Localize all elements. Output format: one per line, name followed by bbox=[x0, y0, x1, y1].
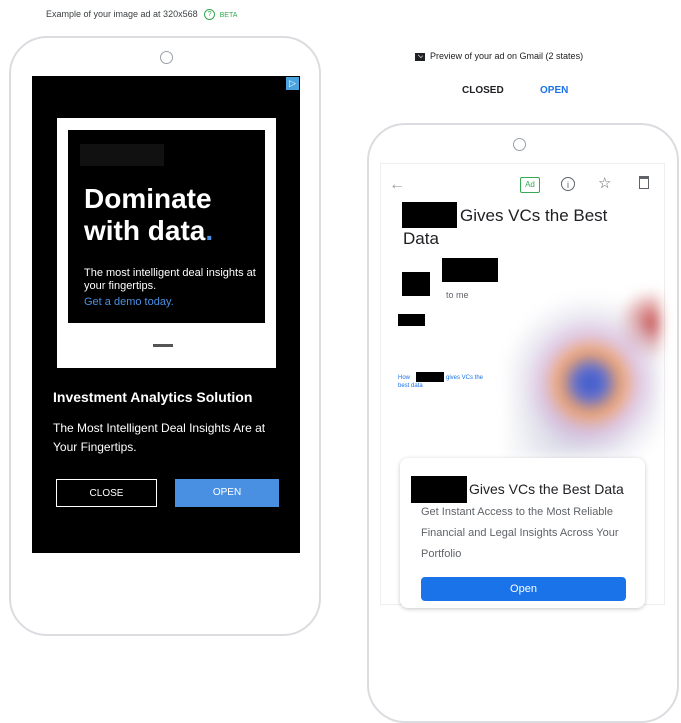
card-description: Get Instant Access to the Most Reliable … bbox=[421, 506, 619, 560]
phone-camera-icon bbox=[513, 138, 526, 151]
body-link-start[interactable]: How bbox=[398, 375, 410, 381]
email-subject: Gives VCs the Best bbox=[460, 206, 608, 225]
gmail-preview-caption: Preview of your ad on Gmail (2 states) bbox=[415, 51, 583, 61]
info-icon[interactable]: ? bbox=[204, 9, 216, 21]
mail-icon bbox=[415, 52, 425, 61]
state-tab-open[interactable]: OPEN bbox=[540, 85, 568, 96]
redacted-sender-name bbox=[442, 258, 498, 282]
redacted-logo bbox=[80, 144, 164, 166]
redacted-text bbox=[398, 314, 425, 326]
ad-size-caption: Example of your image ad at 320x568 ? BE… bbox=[46, 9, 238, 21]
headline-dot: . bbox=[205, 215, 214, 246]
info-icon[interactable]: i bbox=[561, 177, 575, 191]
sender-avatar bbox=[402, 272, 430, 296]
caption-text: Example of your image ad at 320x568 bbox=[46, 9, 198, 19]
redacted-card-company bbox=[411, 476, 467, 503]
phone-camera-icon bbox=[160, 51, 173, 64]
trash-icon[interactable] bbox=[639, 176, 649, 189]
state-tab-closed[interactable]: CLOSED bbox=[462, 85, 504, 96]
close-button[interactable]: CLOSE bbox=[56, 479, 157, 507]
creative-cta-link: Get a demo today. bbox=[84, 296, 174, 308]
gmail-caption-text: Preview of your ad on Gmail (2 states) bbox=[430, 51, 584, 61]
redacted-company-name bbox=[402, 202, 457, 228]
beta-badge: BETA bbox=[219, 12, 238, 19]
body-link-end[interactable]: gives VCs the bbox=[446, 375, 483, 381]
creative-body: The most intelligent deal insights at yo… bbox=[84, 267, 256, 292]
back-arrow-icon[interactable]: ← bbox=[389, 176, 405, 194]
recipient-label: to me bbox=[446, 290, 469, 300]
open-button[interactable]: OPEN bbox=[175, 479, 279, 507]
adchoices-icon[interactable]: ▷ bbox=[286, 77, 299, 90]
body-link-line2[interactable]: best data bbox=[398, 383, 423, 389]
card-open-button[interactable]: Open bbox=[421, 577, 626, 601]
redacted-link-text bbox=[416, 372, 444, 382]
ad-description: The Most Intelligent Deal Insights Are a… bbox=[53, 421, 266, 454]
blurred-hero-image bbox=[505, 292, 660, 457]
ad-title: Investment Analytics Solution bbox=[53, 389, 253, 405]
star-icon[interactable]: ☆ bbox=[598, 174, 611, 192]
creative-headline: Dominate with data. bbox=[84, 183, 259, 247]
ad-badge: Ad bbox=[520, 177, 540, 193]
headline-text: Dominate with data bbox=[84, 183, 212, 246]
card-title: Gives VCs the Best Data bbox=[469, 481, 624, 497]
creative-watermark bbox=[153, 344, 173, 347]
email-subject-line2: Data bbox=[403, 229, 439, 248]
